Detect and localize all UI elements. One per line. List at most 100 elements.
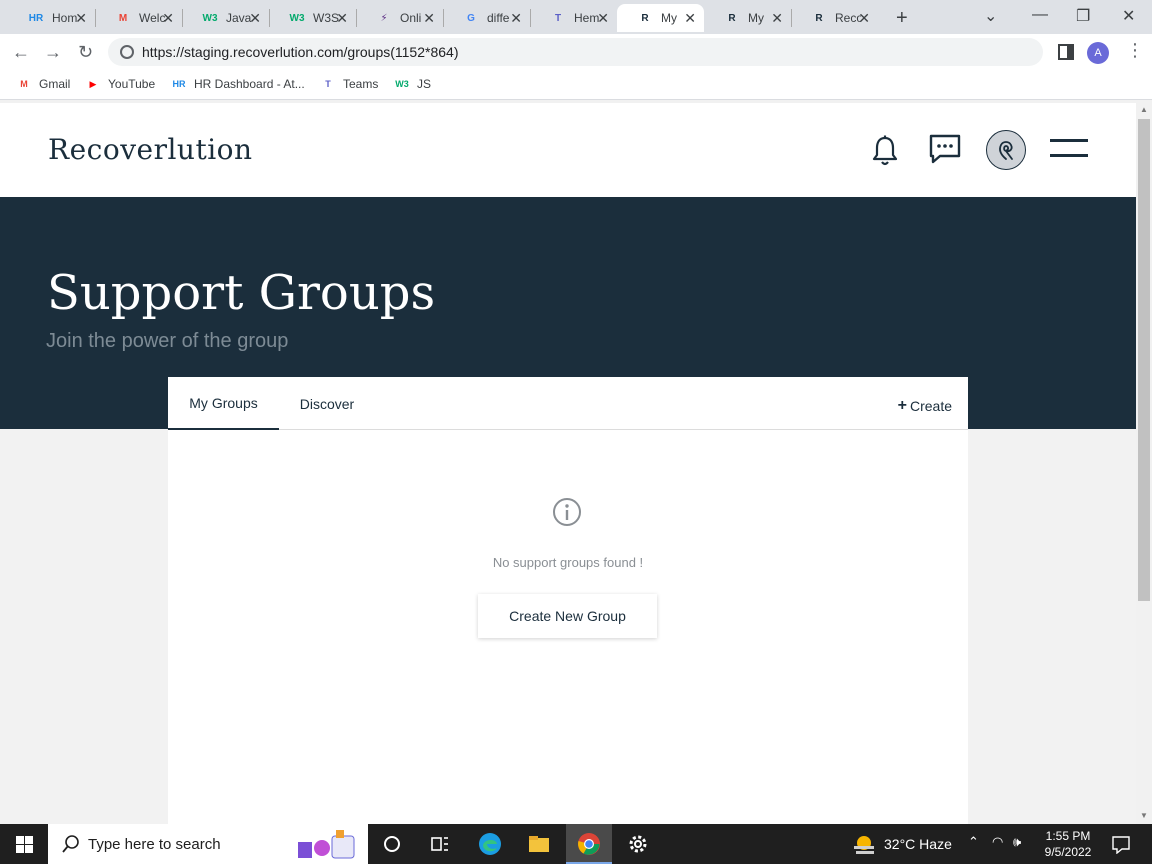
create-group-link[interactable]: + Create <box>898 397 952 415</box>
tab-title: Hom <box>52 11 78 25</box>
browser-menu-icon[interactable]: ⋮ <box>1126 40 1144 61</box>
bookmark-favicon-icon: T <box>325 79 331 89</box>
profile-avatar[interactable]: A <box>1087 42 1109 64</box>
browser-toolbar: ← → ↻ https://staging.recoverlution.com/… <box>0 34 1152 70</box>
bell-icon[interactable] <box>872 135 898 167</box>
search-icon <box>62 835 79 853</box>
tab-favicon-icon: T <box>554 12 562 24</box>
browser-tab[interactable]: R My ✕ <box>617 4 704 32</box>
tab-close-icon[interactable]: ✕ <box>162 10 174 27</box>
page-viewport: Recoverlution Support Groups Join the po… <box>0 103 1136 824</box>
chrome-taskbar-item[interactable] <box>566 824 612 864</box>
new-tab-button[interactable]: + <box>896 7 908 30</box>
bookmark-label: HR Dashboard - At... <box>194 77 305 91</box>
side-panel-icon[interactable] <box>1058 44 1074 60</box>
browser-tab[interactable]: W3 Javas✕ <box>182 4 269 32</box>
tab-close-icon[interactable]: ✕ <box>75 10 87 27</box>
tab-close-icon[interactable]: ✕ <box>336 10 348 27</box>
browser-tab[interactable]: T Hem ✕ <box>530 4 617 32</box>
taskbar-clock[interactable]: 1:55 PM 9/5/2022 <box>1040 828 1096 860</box>
volume-icon[interactable]: 🕪 <box>1013 834 1021 850</box>
search-highlight-illustration-icon <box>298 830 355 859</box>
task-view-icon[interactable] <box>428 832 452 856</box>
browser-tab[interactable]: R My ✕ <box>704 4 791 32</box>
site-info-icon[interactable] <box>120 45 134 59</box>
windows-start-icon[interactable] <box>16 836 33 853</box>
bookmark-item[interactable]: HR HR Dashboard - At... <box>171 77 305 91</box>
browser-tab-strip: HRHom✕MWelc✕W3Javas✕W3W3S✕⚡Onli✕Gdiffe✕T… <box>0 0 1152 34</box>
bookmark-item[interactable]: T Teams <box>320 77 378 91</box>
reload-icon[interactable]: ↻ <box>78 42 93 63</box>
browser-tab[interactable]: Gdiffe ✕ <box>443 4 530 32</box>
notifications-icon[interactable] <box>1112 836 1130 854</box>
weather-text[interactable]: 32°C Haze <box>884 836 952 852</box>
close-window-button[interactable]: ✕ <box>1122 6 1135 26</box>
clock-date: 9/5/2022 <box>1044 845 1092 859</box>
bookmark-item[interactable]: M Gmail <box>16 77 70 91</box>
tab-title: Hem <box>574 11 600 25</box>
bookmark-label: YouTube <box>108 77 156 91</box>
user-avatar[interactable] <box>986 130 1026 170</box>
scroll-thumb[interactable] <box>1138 119 1150 601</box>
chat-icon[interactable] <box>929 133 961 165</box>
chrome-icon <box>578 833 600 855</box>
page-scrollbar[interactable]: ▲ ▼ <box>1136 103 1152 824</box>
browser-tab[interactable]: HR Hom ✕ <box>8 4 95 32</box>
groups-card: My Groups Discover + Create No support g… <box>168 377 968 824</box>
tab-close-icon[interactable]: ✕ <box>858 10 870 27</box>
tab-close-icon[interactable]: ✕ <box>510 10 522 27</box>
bookmark-label: Teams <box>343 77 379 91</box>
bookmark-favicon-icon: M <box>20 79 28 89</box>
browser-tab[interactable]: R Reco ✕ <box>791 4 878 32</box>
back-arrow-icon[interactable]: ← <box>12 42 30 63</box>
bookmarks-bar: M Gmail ▶ YouTube HR HR Dashboard - At... T Tea… <box>0 70 1152 100</box>
tab-close-icon[interactable]: ✕ <box>684 10 696 27</box>
windows-taskbar: Type here to search 32°C Haze ⌃ ◠ 🕪 1:55… <box>0 824 1152 864</box>
tab-close-icon[interactable]: ✕ <box>423 10 435 27</box>
tab-favicon-icon: W3 <box>289 12 305 24</box>
scroll-down-icon[interactable]: ▼ <box>1140 811 1148 820</box>
recoverlution-mark-icon <box>999 141 1013 160</box>
browser-tab[interactable]: M Welc ✕ <box>95 4 182 32</box>
tab-favicon-icon: M <box>118 12 128 24</box>
address-url[interactable]: https://staging.recoverlution.com/groups… <box>142 44 458 60</box>
file-explorer-icon[interactable] <box>527 832 551 856</box>
site-logo[interactable]: Recoverlution <box>48 133 253 166</box>
wifi-icon[interactable]: ◠ <box>992 834 1003 850</box>
tab-title: Welc <box>139 11 165 25</box>
tab-title: My <box>661 11 677 25</box>
tab-title: diffe <box>487 11 510 25</box>
settings-gear-icon[interactable] <box>626 832 650 856</box>
weather-haze-icon[interactable] <box>852 834 878 856</box>
bookmark-item[interactable]: ▶ YouTube <box>85 77 156 91</box>
create-new-group-button[interactable]: Create New Group <box>478 594 657 638</box>
address-bar[interactable]: https://staging.recoverlution.com/groups… <box>108 38 1043 66</box>
taskbar-search-box[interactable]: Type here to search <box>48 824 368 864</box>
info-icon <box>553 498 581 526</box>
tab-title: Reco <box>835 11 861 25</box>
tray-overflow-chevron-icon[interactable]: ⌃ <box>968 834 979 850</box>
tab-favicon-icon: ⚡ <box>380 12 388 24</box>
browser-tab[interactable]: W3 W3S ✕ <box>269 4 356 32</box>
page-title: Support Groups <box>47 265 436 321</box>
tab-favicon-icon: R <box>641 12 649 24</box>
browser-tab[interactable]: ⚡ Onli ✕ <box>356 4 443 32</box>
maximize-button[interactable]: ❐ <box>1076 6 1090 26</box>
tab-favicon-icon: G <box>467 12 475 24</box>
bookmark-favicon-icon: HR <box>172 79 186 89</box>
tab-discover[interactable]: Discover <box>279 377 375 430</box>
edge-browser-icon[interactable] <box>478 832 502 856</box>
tab-my-groups[interactable]: My Groups <box>168 377 279 430</box>
tab-favicon-icon: R <box>815 12 823 24</box>
bookmark-item[interactable]: W3 JS <box>394 77 431 91</box>
scroll-up-icon[interactable]: ▲ <box>1140 105 1148 114</box>
tab-search-icon[interactable]: ⌄ <box>984 6 997 26</box>
tab-close-icon[interactable]: ✕ <box>771 10 783 27</box>
cortana-icon[interactable] <box>380 832 404 856</box>
forward-arrow-icon[interactable]: → <box>44 42 62 63</box>
tab-favicon-icon: R <box>728 12 736 24</box>
hamburger-menu-icon[interactable] <box>1050 139 1088 159</box>
minimize-button[interactable]: — <box>1032 6 1048 24</box>
tab-close-icon[interactable]: ✕ <box>249 10 261 27</box>
tab-close-icon[interactable]: ✕ <box>597 10 609 27</box>
